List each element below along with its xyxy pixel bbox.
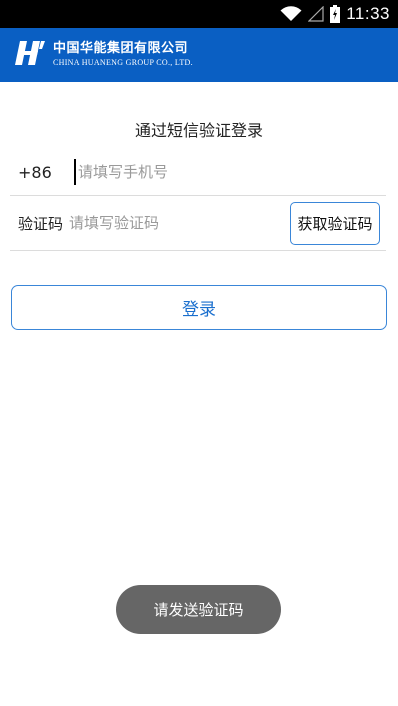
company-name-en: CHINA HUANENG GROUP CO., LTD. — [53, 57, 193, 67]
clock-time: 11:33 — [346, 4, 390, 23]
battery-icon — [330, 5, 341, 23]
status-bar: 11:33 — [0, 0, 398, 28]
code-input[interactable] — [69, 214, 290, 232]
wifi-icon — [280, 6, 302, 22]
phone-row: +86 — [18, 152, 386, 192]
text-cursor — [74, 159, 76, 185]
code-label: 验证码 — [18, 214, 64, 233]
huaneng-logo-icon — [14, 39, 46, 71]
divider — [10, 250, 386, 251]
country-code: +86 — [18, 162, 52, 182]
signal-icon — [308, 6, 324, 22]
page-title: 通过短信验证登录 — [134, 121, 263, 140]
app-header: 中国华能集团有限公司 CHINA HUANENG GROUP CO., LTD. — [0, 28, 398, 82]
divider — [10, 195, 386, 196]
brand-text: 中国华能集团有限公司 CHINA HUANENG GROUP CO., LTD. — [53, 42, 193, 67]
phone-input[interactable] — [78, 163, 386, 181]
code-row: 验证码 获取验证码 — [18, 200, 380, 246]
toast-message: 请发送验证码 — [116, 585, 281, 634]
company-name-cn: 中国华能集团有限公司 — [53, 41, 189, 57]
login-button[interactable]: 登录 — [11, 285, 387, 330]
get-code-button[interactable]: 获取验证码 — [290, 201, 380, 245]
